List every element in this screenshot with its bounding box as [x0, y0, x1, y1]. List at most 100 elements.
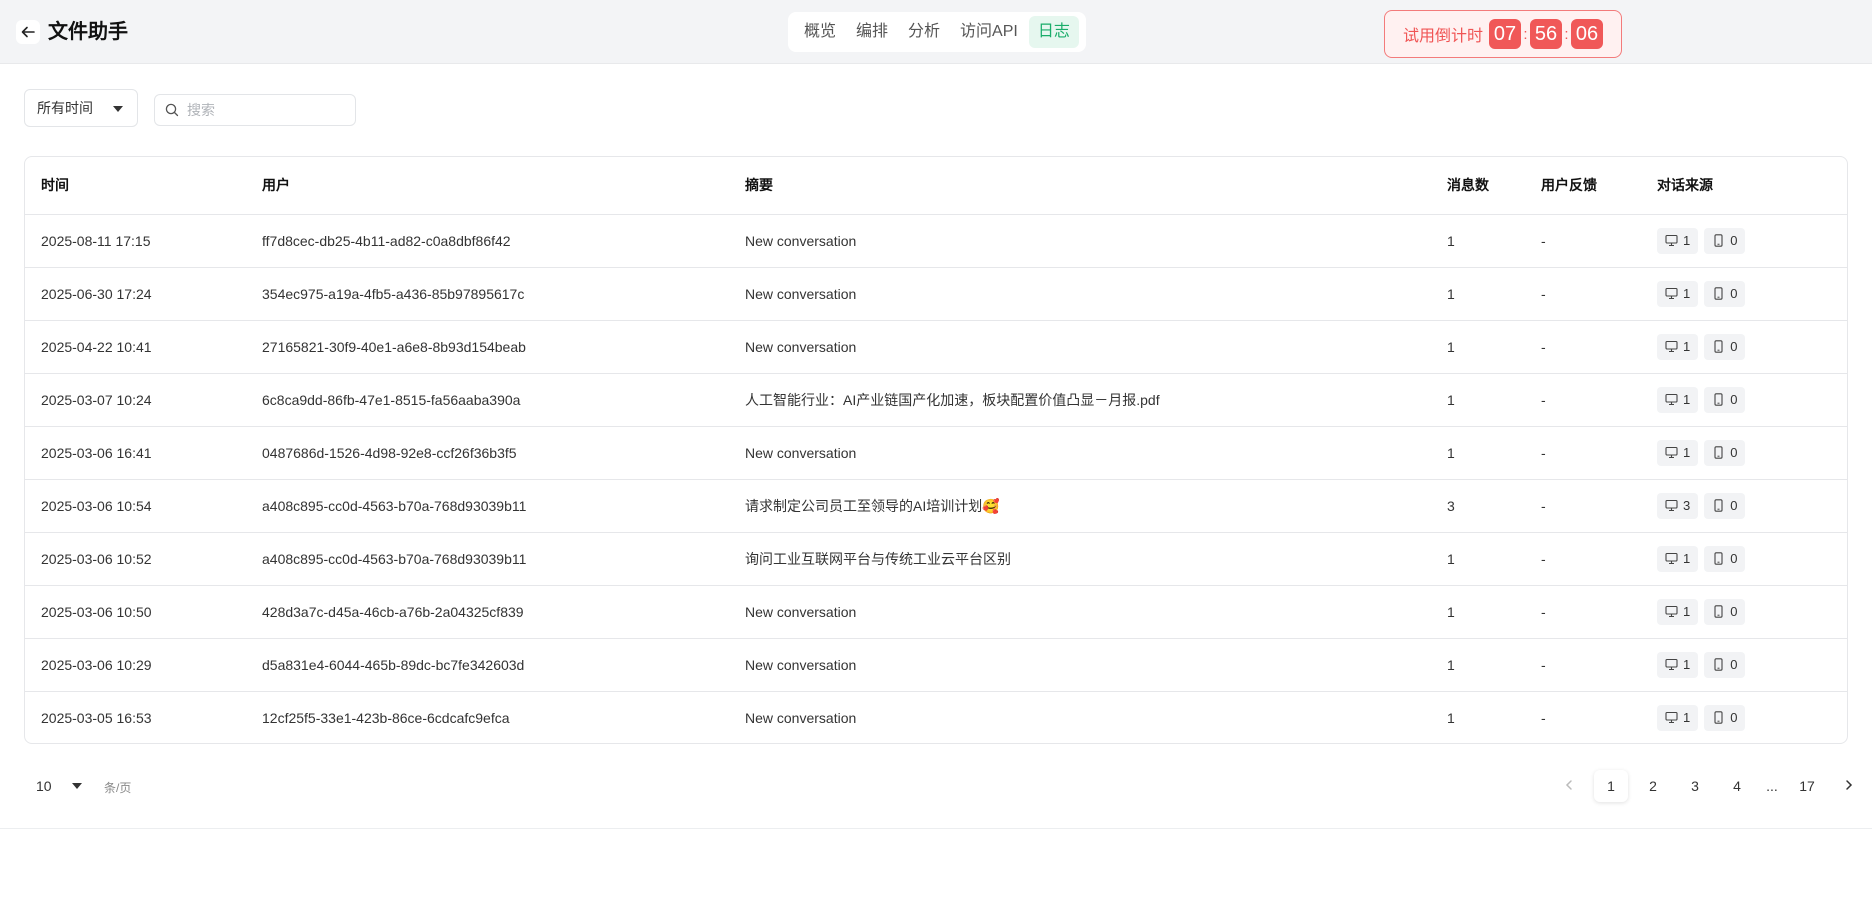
source-desktop-badge: 1: [1657, 439, 1699, 466]
table-row[interactable]: 2025-04-22 10:41 27165821-30f9-40e1-a6e8-…: [25, 320, 1847, 374]
cell-time: 2025-03-05 16:53: [41, 709, 152, 726]
column-header-summary: 摘要: [729, 157, 1431, 215]
tab-api-access[interactable]: 访问API: [951, 16, 1027, 48]
cell-feedback: -: [1525, 532, 1641, 586]
source-desktop-badge: 1: [1657, 386, 1699, 413]
source-desktop-badge: 1: [1657, 598, 1699, 625]
arrow-left-icon: [21, 26, 35, 38]
page-button[interactable]: 2: [1636, 770, 1670, 802]
cell-source: 30: [1641, 479, 1847, 533]
search-input[interactable]: [187, 102, 347, 118]
cell-summary: New conversation: [745, 709, 857, 726]
monitor-icon: [1665, 287, 1678, 300]
cell-time: 2025-08-11 17:15: [25, 214, 246, 268]
page-button[interactable]: 3: [1678, 770, 1712, 802]
column-header-time: 时间: [25, 157, 246, 215]
cell-messages: 1: [1431, 532, 1525, 586]
table-row[interactable]: 2025-03-05 16:53 12cf25f5-33e1-423b-86ce-…: [25, 691, 1847, 743]
divider: [0, 828, 1872, 829]
phone-icon: [1714, 393, 1723, 406]
column-header-feedback: 用户反馈: [1525, 157, 1641, 215]
monitor-icon: [1665, 712, 1678, 724]
desktop-count: 1: [1683, 233, 1691, 248]
cell-time: 2025-03-07 10:24: [25, 373, 246, 427]
monitor-icon: [1665, 605, 1678, 618]
cell-messages: 1: [1447, 709, 1455, 726]
cell-user: 428d3a7c-d45a-46cb-a76b-2a04325cf839: [246, 585, 729, 639]
monitor-icon: [1665, 234, 1678, 247]
table-row[interactable]: 2025-03-06 10:50 428d3a7c-d45a-46cb-a76b-…: [25, 585, 1847, 639]
cell-time: 2025-03-06 10:29: [25, 638, 246, 692]
next-page-button[interactable]: [1832, 770, 1866, 802]
logs-table: 时间 用户 摘要 消息数 用户反馈 对话来源 2025-08-11 17:15 f…: [24, 156, 1848, 744]
phone-icon: [1714, 499, 1723, 512]
page-ellipsis[interactable]: ...: [1762, 770, 1782, 802]
page-size-value: 10: [36, 778, 52, 794]
cell-source: 10: [1641, 585, 1847, 639]
chevron-right-icon: [1846, 780, 1853, 790]
monitor-icon: [1665, 658, 1678, 671]
page-button[interactable]: 1: [1594, 770, 1628, 802]
cell-messages: 1: [1431, 214, 1525, 268]
column-header-source: 对话来源: [1641, 157, 1847, 215]
source-mobile-badge: 0: [1704, 227, 1746, 254]
nav-tabs: 概览 编排 分析 访问API 日志: [788, 12, 1086, 52]
cell-summary: 询问工业互联网平台与传统工业云平台区别: [729, 532, 1431, 586]
page-button[interactable]: 17: [1790, 770, 1824, 802]
source-desktop-badge: 1: [1657, 704, 1699, 731]
search-icon: [165, 103, 179, 117]
phone-icon: [1714, 711, 1723, 724]
countdown-separator: :: [1564, 25, 1569, 43]
caret-down-icon: [113, 106, 123, 112]
source-mobile-badge: 0: [1704, 545, 1746, 572]
tab-orchestrate[interactable]: 编排: [847, 16, 897, 48]
table-row[interactable]: 2025-03-07 10:24 6c8ca9dd-86fb-47e1-8515-…: [25, 373, 1847, 427]
page-size-select[interactable]: 10: [24, 770, 96, 802]
mobile-count: 0: [1730, 286, 1738, 301]
app-header: 文件助手 概览 编排 分析 访问API 日志 试用倒计时 07 : 56 : 0…: [0, 0, 1872, 64]
caret-down-icon: [72, 783, 82, 789]
cell-user: ff7d8cec-db25-4b11-ad82-c0a8dbf86f42: [246, 214, 729, 268]
desktop-count: 1: [1683, 392, 1691, 407]
tab-logs[interactable]: 日志: [1028, 16, 1079, 48]
search-box: [154, 94, 356, 126]
cell-source: 10: [1641, 373, 1847, 427]
monitor-icon: [1665, 552, 1678, 565]
table-row[interactable]: 2025-03-06 10:54 a408c895-cc0d-4563-b70a-…: [25, 479, 1847, 533]
column-header-messages: 消息数: [1431, 157, 1525, 215]
desktop-count: 1: [1683, 339, 1691, 354]
app-title: 文件助手: [48, 21, 128, 43]
prev-page-button[interactable]: [1552, 770, 1586, 802]
desktop-count: 1: [1683, 286, 1691, 301]
source-desktop-badge: 1: [1657, 227, 1699, 254]
phone-icon: [1714, 234, 1723, 247]
cell-user: a408c895-cc0d-4563-b70a-768d93039b11: [246, 479, 729, 533]
cell-messages: 1: [1431, 373, 1525, 427]
desktop-count: 3: [1683, 498, 1691, 513]
time-range-select[interactable]: 所有时间: [24, 89, 138, 127]
tab-overview[interactable]: 概览: [795, 16, 845, 48]
phone-icon: [1714, 340, 1723, 353]
phone-icon: [1714, 287, 1723, 300]
tab-analytics[interactable]: 分析: [899, 16, 949, 48]
cell-messages: 1: [1431, 426, 1525, 480]
back-button[interactable]: [16, 20, 40, 44]
cell-time: 2025-03-06 10:50: [25, 585, 246, 639]
source-mobile-badge: 0: [1704, 598, 1746, 625]
cell-summary: 人工智能行业：AI产业链国产化加速，板块配置价值凸显－月报.pdf: [729, 373, 1431, 427]
mobile-count: 0: [1730, 498, 1738, 513]
page-button[interactable]: 4: [1720, 770, 1754, 802]
source-desktop-badge: 1: [1657, 545, 1699, 572]
table-header-row: 时间 用户 摘要 消息数 用户反馈 对话来源: [25, 157, 1847, 215]
cell-source: 10: [1641, 320, 1847, 374]
source-desktop-badge: 1: [1657, 651, 1699, 678]
table-row[interactable]: 2025-06-30 17:24 354ec975-a19a-4fb5-a436-…: [25, 267, 1847, 321]
table-row[interactable]: 2025-03-06 16:41 0487686d-1526-4d98-92e8-…: [25, 426, 1847, 480]
table-row[interactable]: 2025-08-11 17:15 ff7d8cec-db25-4b11-ad82-…: [25, 214, 1847, 268]
table-row[interactable]: 2025-03-06 10:52 a408c895-cc0d-4563-b70a-…: [25, 532, 1847, 586]
phone-icon: [1714, 658, 1723, 671]
source-mobile-badge: 0: [1704, 492, 1746, 519]
table-row[interactable]: 2025-03-06 10:29 d5a831e4-6044-465b-89dc-…: [25, 638, 1847, 692]
cell-messages: 3: [1431, 479, 1525, 533]
source-desktop-badge: 1: [1657, 333, 1699, 360]
